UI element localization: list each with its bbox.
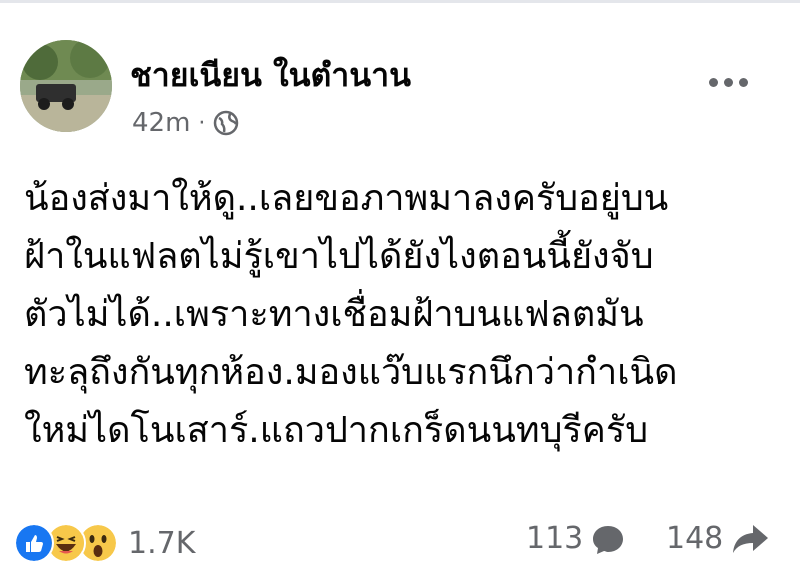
globe-icon	[214, 110, 239, 136]
post-text-line: ตัวไม่ได้..เพราะทางเชื่อมฝ้าบนแฟลตมัน	[24, 294, 644, 335]
more-options-button[interactable]	[700, 62, 756, 102]
meta-separator: ·	[198, 110, 206, 136]
post-time[interactable]: 42m	[132, 108, 190, 138]
post-text-line: น้องส่งมาให้ดู..เลยขอภาพมาลงครับอยู่บน	[24, 178, 669, 219]
comment-count: 113	[526, 521, 584, 556]
avatar[interactable]	[20, 40, 112, 132]
reactions-summary[interactable]: 1.7K	[14, 523, 195, 563]
like-icon	[14, 523, 54, 563]
more-horizontal-icon	[708, 77, 718, 87]
post-text-line: ใหม่ไดโนเสาร์.แถวปากเกร็ดนนทบุรีครับ	[24, 410, 649, 451]
post-meta: 42m ·	[132, 108, 239, 138]
author-name[interactable]: ชายเนียน ในตำนาน	[130, 50, 411, 101]
share-arrow-icon	[733, 524, 769, 553]
post-text-line: ทะลุถึงกันทุกห้อง.มองแว๊บแรกนึกว่ากำเนิด	[24, 352, 678, 393]
post-text-line: ฝ้าในแฟลตไม่รู้เขาไปได้ยังไงตอนนี้ยังจับ	[24, 236, 654, 277]
reaction-count[interactable]: 1.7K	[128, 526, 195, 561]
post-text: น้องส่งมาให้ดู..เลยขอภาพมาลงครับอยู่บน ฝ…	[24, 170, 784, 460]
avatar-photo	[20, 40, 112, 132]
comment-bubble-icon	[593, 525, 624, 554]
post-footer: 1.7K 113 148	[0, 515, 800, 565]
comments-count[interactable]: 113	[526, 521, 625, 556]
post-card: ชายเนียน ในตำนาน 42m · น้องส่งมาให้ดู..เ…	[0, 0, 800, 570]
shares-count[interactable]: 148	[666, 521, 769, 556]
share-count: 148	[666, 521, 724, 556]
